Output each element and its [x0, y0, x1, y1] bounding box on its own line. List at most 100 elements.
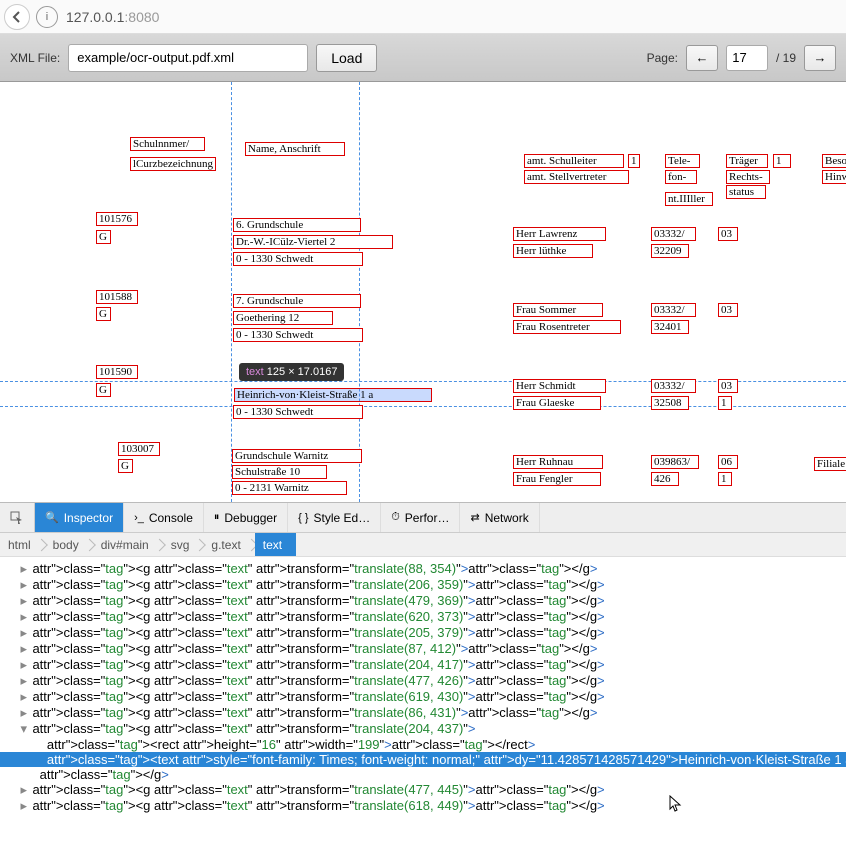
text-box[interactable]: Dr.-W.-ICülz-Viertel 2	[233, 235, 393, 249]
xml-file-input[interactable]	[68, 44, 308, 72]
text-box[interactable]: status	[726, 185, 766, 199]
breadcrumb-item[interactable]: html	[0, 533, 45, 556]
dom-tree[interactable]: ▸attr">class="tag"><g attr">class="text"…	[0, 557, 846, 847]
text-box[interactable]: Heinrich-von·Kleist-Straße 1 a	[234, 388, 432, 402]
text-box[interactable]: 101590	[96, 365, 138, 379]
text-box[interactable]: 1	[628, 154, 640, 168]
dom-node[interactable]: ▸attr">class="tag"><g attr">class="text"…	[0, 625, 846, 641]
text-box[interactable]: Hinwei	[822, 170, 846, 184]
next-page-button[interactable]: →	[804, 45, 836, 71]
text-box[interactable]: 039863/	[651, 455, 699, 469]
text-box[interactable]: Rechts-	[726, 170, 770, 184]
app-toolbar: XML File: Load Page: ← / 19 →	[0, 34, 846, 82]
devtools-tab-inspector[interactable]: 🔍Inspector	[35, 503, 124, 532]
text-box[interactable]: 32209	[651, 244, 689, 258]
prev-page-button[interactable]: ←	[686, 45, 718, 71]
devtools-panel: 🔍Inspector›_Console⏸Debugger{ }Style Ed……	[0, 502, 846, 847]
text-box[interactable]: 1	[773, 154, 791, 168]
text-box[interactable]: fon-	[665, 170, 697, 184]
text-box[interactable]: amt. Schulleiter	[524, 154, 624, 168]
dom-node[interactable]: ▸attr">class="tag"><g attr">class="text"…	[0, 593, 846, 609]
text-box[interactable]: 0 - 1330 Schwedt	[233, 252, 363, 266]
dom-node[interactable]: ▸attr">class="tag"><g attr">class="text"…	[0, 577, 846, 593]
url-field[interactable]: 127.0.0.1:8080	[66, 9, 842, 25]
text-box[interactable]: Träger	[726, 154, 768, 168]
text-box[interactable]: 6. Grundschule	[233, 218, 361, 232]
text-box[interactable]: 1	[718, 396, 732, 410]
text-box[interactable]: Herr Lawrenz	[513, 227, 606, 241]
page-total: / 19	[776, 51, 796, 65]
document-viewer[interactable]: text 125 × 17.0167 Schulnnmer/lCurzbezei…	[0, 82, 846, 502]
text-box[interactable]: 03	[718, 303, 738, 317]
dom-node[interactable]: ▸attr">class="tag"><g attr">class="text"…	[0, 798, 846, 814]
text-box[interactable]: 101576	[96, 212, 138, 226]
text-box[interactable]: Schulstraße 10	[232, 465, 327, 479]
text-box[interactable]: Herr Schmidt	[513, 379, 606, 393]
text-box[interactable]: 426	[651, 472, 679, 486]
text-box[interactable]: Herr Ruhnau	[513, 455, 603, 469]
devtools-tab-console[interactable]: ›_Console	[124, 503, 204, 532]
breadcrumb-item[interactable]: text	[255, 533, 296, 556]
text-box[interactable]: Tele-	[665, 154, 700, 168]
text-box[interactable]: 1	[718, 472, 732, 486]
text-box[interactable]: Frau Rosentreter	[513, 320, 621, 334]
text-box[interactable]: 101588	[96, 290, 138, 304]
text-box[interactable]: G	[96, 307, 111, 321]
dom-node[interactable]: ▸attr">class="tag"><g attr">class="text"…	[0, 705, 846, 721]
dom-node[interactable]: ▸attr">class="tag"><g attr">class="text"…	[0, 609, 846, 625]
text-box[interactable]: Filiale	[814, 457, 846, 471]
breadcrumb-item[interactable]: body	[45, 533, 93, 556]
site-info-icon[interactable]: i	[36, 6, 58, 28]
text-box[interactable]: Frau Glaeske	[513, 396, 601, 410]
dom-node[interactable]: ▸attr">class="tag"><g attr">class="text"…	[0, 561, 846, 577]
text-box[interactable]: Grundschule Warnitz	[232, 449, 362, 463]
text-box[interactable]: 32401	[651, 320, 689, 334]
element-tooltip: text 125 × 17.0167	[239, 363, 344, 381]
devtools-tab-perfor[interactable]: ⏱Perfor…	[381, 503, 460, 532]
text-box[interactable]: 03	[718, 227, 738, 241]
breadcrumb-item[interactable]: div#main	[93, 533, 163, 556]
text-box[interactable]: 03332/	[651, 303, 696, 317]
text-box[interactable]: 0 - 1330 Schwedt	[233, 405, 363, 419]
dom-node[interactable]: attr">class="tag"><rect attr">height="16…	[0, 737, 846, 752]
text-box[interactable]: amt. Stellvertreter	[524, 170, 629, 184]
breadcrumb-item[interactable]: svg	[163, 533, 204, 556]
text-box[interactable]: 06	[718, 455, 738, 469]
text-box[interactable]: Besond	[822, 154, 846, 168]
text-box[interactable]: 32508	[651, 396, 689, 410]
text-box[interactable]: 0 - 2131 Warnitz	[232, 481, 347, 495]
text-box[interactable]: G	[96, 383, 111, 397]
text-box[interactable]: Frau Fengler	[513, 472, 601, 486]
back-button[interactable]	[4, 4, 30, 30]
text-box[interactable]: G	[118, 459, 133, 473]
text-box[interactable]: nt.IIIller	[665, 192, 713, 206]
text-box[interactable]: 03	[718, 379, 738, 393]
text-box[interactable]: 103007	[118, 442, 160, 456]
breadcrumb-item[interactable]: g.text	[203, 533, 254, 556]
text-box[interactable]: Frau Sommer	[513, 303, 603, 317]
dom-node[interactable]: attr">class="tag"></g>	[0, 767, 846, 782]
devtools-tab-network[interactable]: ⇄Network	[460, 503, 539, 532]
text-box[interactable]: Herr lüthke	[513, 244, 593, 258]
text-box[interactable]: 7. Grundschule	[233, 294, 361, 308]
text-box[interactable]: 0 - 1330 Schwedt	[233, 328, 363, 342]
dom-node[interactable]: ▸attr">class="tag"><g attr">class="text"…	[0, 689, 846, 705]
text-box[interactable]: G	[96, 230, 111, 244]
element-picker-button[interactable]	[0, 503, 35, 532]
text-box[interactable]: 03332/	[651, 379, 696, 393]
text-box[interactable]: Name, Anschrift	[245, 142, 345, 156]
load-button[interactable]: Load	[316, 44, 377, 72]
devtools-tab-styleed[interactable]: { }Style Ed…	[288, 503, 381, 532]
page-number-input[interactable]	[726, 45, 768, 71]
text-box[interactable]: Schulnnmer/	[130, 137, 205, 151]
dom-node[interactable]: ▸attr">class="tag"><g attr">class="text"…	[0, 657, 846, 673]
text-box[interactable]: lCurzbezeichnung	[130, 157, 216, 171]
dom-node[interactable]: ▸attr">class="tag"><g attr">class="text"…	[0, 673, 846, 689]
text-box[interactable]: Goethering 12	[233, 311, 333, 325]
devtools-tab-debugger[interactable]: ⏸Debugger	[204, 503, 288, 532]
dom-node[interactable]: ▸attr">class="tag"><g attr">class="text"…	[0, 782, 846, 798]
dom-node[interactable]: ▸attr">class="tag"><g attr">class="text"…	[0, 641, 846, 657]
text-box[interactable]: 03332/	[651, 227, 696, 241]
dom-node[interactable]: ▾attr">class="tag"><g attr">class="text"…	[0, 721, 846, 737]
dom-node[interactable]: attr">class="tag"><text attr">style="fon…	[0, 752, 846, 767]
